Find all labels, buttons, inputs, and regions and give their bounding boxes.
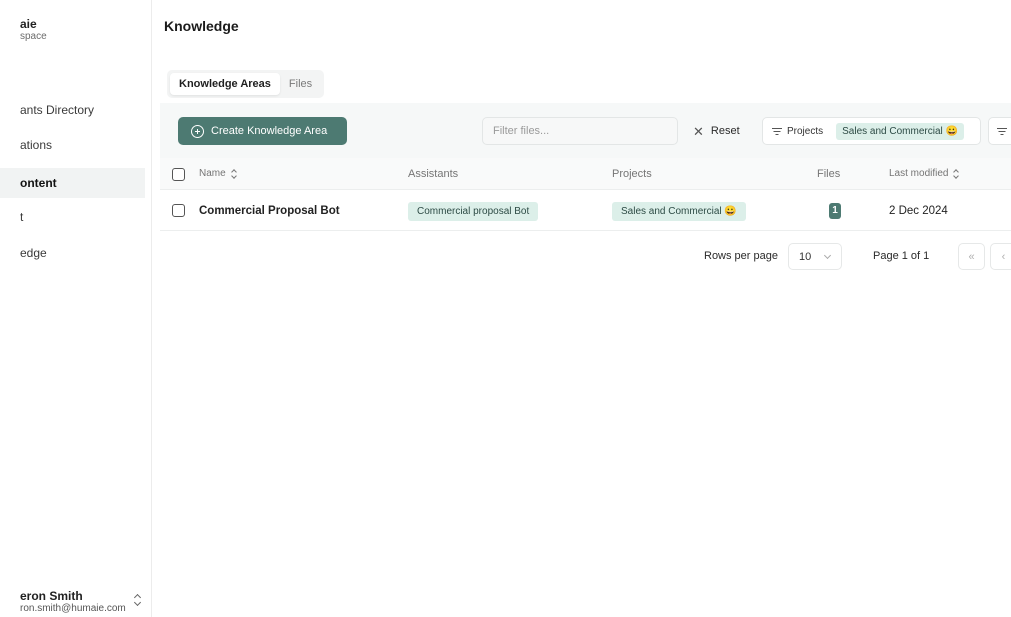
sort-icon bbox=[231, 169, 238, 179]
create-knowledge-area-label: Create Knowledge Area bbox=[211, 125, 328, 137]
workspace-subtitle: space bbox=[20, 31, 47, 42]
assistant-chip[interactable]: Commercial proposal Bot bbox=[408, 201, 539, 221]
account-menu-chevron-icon[interactable] bbox=[132, 592, 142, 608]
previous-page-button[interactable]: ‹ bbox=[990, 243, 1011, 270]
sidebar: aie space ants Directory ations ontent t… bbox=[0, 0, 152, 617]
projects-filter-label: Projects bbox=[787, 125, 824, 137]
user-name: eron Smith bbox=[20, 589, 83, 603]
tab-bar: Knowledge Areas Files bbox=[167, 70, 325, 98]
projects-filter-chip: Sales and Commercial 😀 bbox=[836, 122, 964, 140]
project-chip[interactable]: Sales and Commercial 😀 bbox=[612, 201, 746, 221]
rows-per-page-select[interactable]: 10 bbox=[788, 243, 842, 270]
first-page-button[interactable]: « bbox=[958, 243, 985, 270]
filter-files-input[interactable] bbox=[482, 117, 678, 145]
select-all-checkbox[interactable] bbox=[172, 168, 185, 181]
sidebar-item-content[interactable]: ontent bbox=[0, 168, 145, 198]
files-count-badge: 1 bbox=[829, 203, 841, 219]
page-title: Knowledge bbox=[164, 18, 239, 34]
row-checkbox[interactable] bbox=[172, 204, 185, 217]
reset-button[interactable]: ✕ Reset bbox=[693, 117, 740, 145]
sidebar-item-assistants-directory[interactable]: ants Directory bbox=[0, 95, 145, 125]
column-header-last-modified[interactable]: Last modified bbox=[889, 158, 960, 190]
projects-filter-button[interactable]: Projects Sales and Commercial 😀 bbox=[762, 117, 981, 145]
close-icon: ✕ bbox=[693, 123, 704, 139]
plus-circle-icon bbox=[191, 124, 204, 138]
sort-icon bbox=[953, 169, 960, 179]
sidebar-item-integrations[interactable]: ations bbox=[0, 130, 145, 160]
rows-per-page-label: Rows per page bbox=[704, 250, 778, 262]
column-name-label: Name bbox=[199, 168, 226, 179]
workspace-name[interactable]: aie bbox=[20, 17, 37, 31]
column-header-name[interactable]: Name bbox=[199, 158, 238, 190]
row-last-modified: 2 Dec 2024 bbox=[889, 205, 948, 217]
sidebar-item-chat[interactable]: t bbox=[0, 202, 145, 232]
column-header-files: Files bbox=[817, 168, 841, 180]
tab-files[interactable]: Files bbox=[280, 73, 321, 95]
create-knowledge-area-button[interactable]: Create Knowledge Area bbox=[178, 117, 347, 145]
table-header: Name Assistants Projects Files Last modi… bbox=[160, 158, 1011, 190]
row-name[interactable]: Commercial Proposal Bot bbox=[199, 191, 340, 231]
rows-per-page-value: 10 bbox=[799, 250, 812, 263]
sidebar-item-knowledge[interactable]: edge bbox=[0, 238, 145, 268]
filter-icon bbox=[772, 127, 782, 136]
column-last-modified-label: Last modified bbox=[889, 168, 949, 179]
user-email: ron.smith@humaie.com bbox=[20, 603, 126, 614]
table-row[interactable]: Commercial Proposal Bot Commercial propo… bbox=[160, 191, 1011, 231]
second-filter-button[interactable] bbox=[988, 117, 1011, 145]
reset-label: Reset bbox=[710, 125, 740, 137]
column-header-projects: Projects bbox=[612, 168, 652, 180]
tab-knowledge-areas[interactable]: Knowledge Areas bbox=[170, 73, 280, 95]
chevron-left-icon: ‹ bbox=[1001, 250, 1006, 263]
filter-icon bbox=[997, 127, 1007, 136]
double-chevron-left-icon: « bbox=[968, 250, 975, 263]
column-header-assistants: Assistants bbox=[408, 168, 459, 180]
chevron-down-icon bbox=[824, 251, 832, 259]
page-indicator: Page 1 of 1 bbox=[873, 250, 930, 262]
